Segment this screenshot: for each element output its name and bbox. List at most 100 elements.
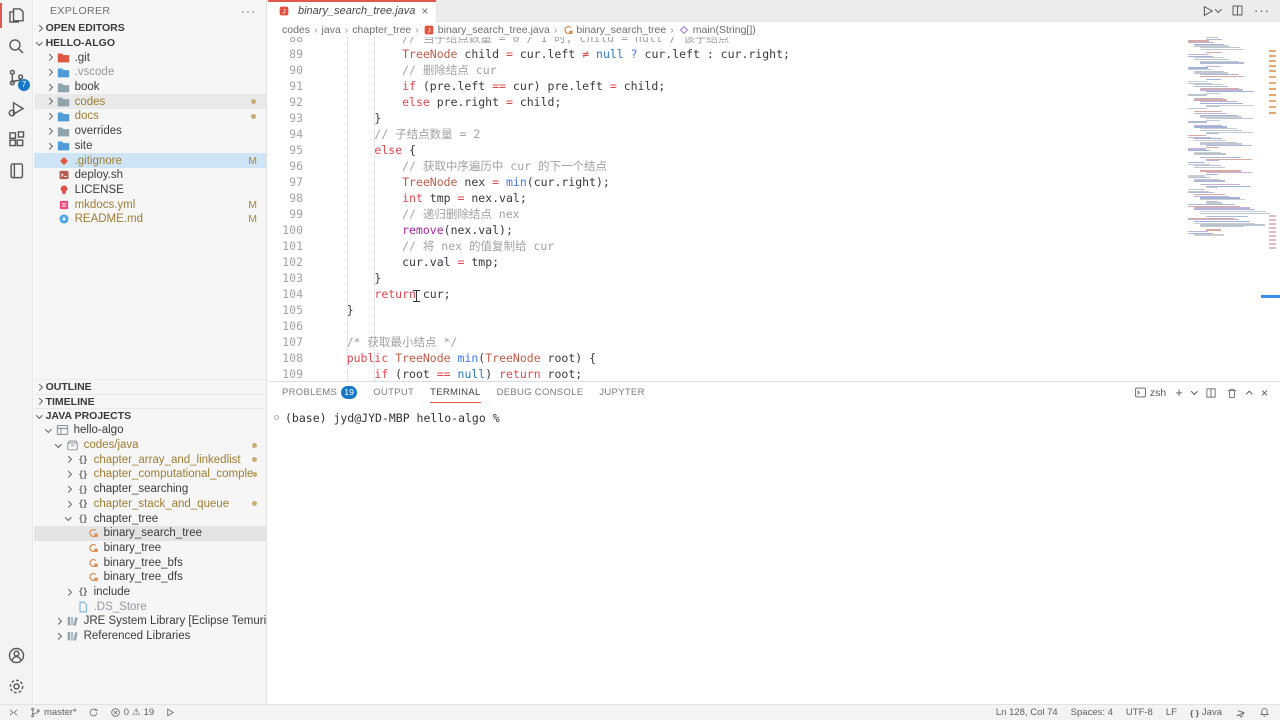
explorer-activity-button[interactable] <box>0 0 33 31</box>
timeline-section[interactable]: TIMELINE <box>34 394 267 409</box>
launch-status[interactable] <box>165 707 176 718</box>
file-row[interactable]: .git <box>34 50 266 65</box>
language-status[interactable]: { } Java <box>1190 707 1222 718</box>
code-line[interactable]: 101 // 将 nex 的值复制给 cur <box>268 238 1280 254</box>
minimap[interactable] <box>1188 37 1260 236</box>
cursor-position[interactable]: Ln 128, Col 74 <box>996 707 1058 718</box>
run-dropdown-icon[interactable] <box>1215 6 1221 12</box>
code-line[interactable]: 98 int tmp = nex.val; <box>268 190 1280 206</box>
file-row[interactable]: LICENSE <box>34 183 266 198</box>
run-button[interactable] <box>1200 4 1221 18</box>
tree-row[interactable]: { }include <box>34 585 267 600</box>
code-line[interactable]: 105 } <box>268 302 1280 318</box>
code-line[interactable]: 103 } <box>268 270 1280 286</box>
source-control-activity-button[interactable]: 7 <box>0 62 33 93</box>
close-panel-icon[interactable]: × <box>1261 386 1268 400</box>
notebook-activity-button[interactable] <box>0 155 33 186</box>
file-row[interactable]: codes <box>34 94 266 109</box>
remote-indicator[interactable] <box>8 707 19 718</box>
tree-row[interactable]: hello-algo <box>34 423 267 438</box>
panel-tab-output[interactable]: OUTPUT <box>373 382 414 403</box>
code-line[interactable]: 97 TreeNode nex = min(cur.right); <box>268 174 1280 190</box>
tree-row[interactable]: codes/java <box>34 438 267 453</box>
settings-button[interactable] <box>0 671 33 702</box>
breadcrumb-item[interactable]: Jbinary_search_tree.java <box>423 24 550 36</box>
encoding-status[interactable]: UTF-8 <box>1126 707 1153 718</box>
code-line[interactable]: 106 <box>268 318 1280 334</box>
split-editor-icon[interactable] <box>1231 4 1244 17</box>
maximize-panel-icon[interactable] <box>1246 391 1252 397</box>
code-line[interactable]: 89 TreeNode child = cur.left ≠ null ? cu… <box>268 46 1280 62</box>
tree-row[interactable]: { }chapter_computational_complexity <box>34 467 267 482</box>
file-row[interactable]: site <box>34 139 266 154</box>
overview-ruler[interactable] <box>1261 37 1280 381</box>
code-line[interactable]: 91 if (pre.left == cur) pre.left = child… <box>268 78 1280 94</box>
code-line[interactable]: 100 remove(nex.val); <box>268 222 1280 238</box>
tree-row[interactable]: { }chapter_searching <box>34 482 267 497</box>
code-line[interactable]: 95 else { <box>268 142 1280 158</box>
explorer-more-actions[interactable]: ··· <box>241 4 256 18</box>
file-row[interactable]: docs <box>34 109 266 124</box>
git-branch-status[interactable]: master* <box>30 707 77 718</box>
code-line[interactable]: 102 cur.val = tmp; <box>268 254 1280 270</box>
problems-status[interactable]: 0 ⚠ 19 <box>110 707 154 718</box>
breadcrumb-item[interactable]: codes <box>282 24 310 36</box>
eol-status[interactable]: LF <box>1166 707 1177 718</box>
trash-icon[interactable] <box>1226 387 1238 399</box>
tree-row[interactable]: binary_tree_bfs <box>34 555 267 570</box>
workspace-root-section[interactable]: HELLO-ALGO <box>34 36 266 51</box>
code-line[interactable]: 109 if (root == null) return root; <box>268 366 1280 381</box>
tree-row[interactable]: Referenced Libraries <box>34 629 267 644</box>
tree-row[interactable]: .DS_Store <box>34 599 267 614</box>
panel-tab-jupyter[interactable]: JUPYTER <box>599 382 644 403</box>
breadcrumb-item[interactable]: chapter_tree <box>352 24 411 36</box>
tab-binary-search-tree[interactable]: J binary_search_tree.java × <box>268 0 437 22</box>
tree-row[interactable]: { }chapter_stack_and_queue <box>34 497 267 512</box>
code-line[interactable]: 107 /* 获取最小结点 */ <box>268 334 1280 350</box>
code-editor[interactable]: 88 // 当子结点数量 = 0 / 1 时, child = null / 该… <box>268 37 1280 381</box>
java-lightweight-status[interactable] <box>1235 707 1246 718</box>
code-line[interactable]: 88 // 当子结点数量 = 0 / 1 时, child = null / 该… <box>268 37 1280 46</box>
code-line[interactable]: 93 } <box>268 110 1280 126</box>
terminal-content[interactable]: (base) jyd@JYD-MBP hello-algo % <box>268 403 1280 425</box>
panel-tab-terminal[interactable]: TERMINAL <box>430 382 480 403</box>
file-row[interactable]: mkdocs.ymlM <box>34 197 266 212</box>
file-row[interactable]: deploy.sh <box>34 168 266 183</box>
notifications-status[interactable] <box>1259 707 1270 718</box>
breadcrumb-item[interactable]: binary_search_tree <box>561 24 666 36</box>
account-button[interactable] <box>0 640 33 671</box>
tree-row[interactable]: binary_tree <box>34 541 267 556</box>
panel-tab-problems[interactable]: PROBLEMS19 <box>282 382 357 403</box>
sync-status[interactable] <box>88 707 99 718</box>
code-line[interactable]: 92 else pre.right = child; <box>268 94 1280 110</box>
tab-close-icon[interactable]: × <box>421 4 428 18</box>
split-terminal-icon[interactable] <box>1205 387 1217 399</box>
outline-section[interactable]: OUTLINE <box>34 379 267 394</box>
new-terminal-icon[interactable]: + <box>1175 385 1183 400</box>
java-projects-section[interactable]: JAVA PROJECTS <box>34 408 267 423</box>
tree-row[interactable]: binary_tree_dfs <box>34 570 267 585</box>
code-line[interactable]: 108 public TreeNode min(TreeNode root) { <box>268 350 1280 366</box>
file-row[interactable]: book <box>34 80 266 95</box>
file-row[interactable]: README.mdM <box>34 212 266 227</box>
tree-row[interactable]: JRE System Library [Eclipse Temurin 17 [… <box>34 614 267 629</box>
breadcrumb-item[interactable]: main(String[]) <box>678 24 756 36</box>
code-line[interactable]: 94 // 子结点数量 = 2 <box>268 126 1280 142</box>
shell-selector[interactable]: zsh <box>1134 386 1166 399</box>
tree-row[interactable]: { }chapter_tree <box>34 511 267 526</box>
run-debug-activity-button[interactable] <box>0 93 33 124</box>
file-row[interactable]: .gitignoreM <box>34 153 266 168</box>
search-activity-button[interactable] <box>0 31 33 62</box>
panel-tab-debug-console[interactable]: DEBUG CONSOLE <box>497 382 584 403</box>
indentation-status[interactable]: Spaces: 4 <box>1071 707 1113 718</box>
code-line[interactable]: 90 // 删除结点 cur <box>268 62 1280 78</box>
tree-row[interactable]: { }chapter_array_and_linkedlist <box>34 452 267 467</box>
extensions-activity-button[interactable] <box>0 124 33 155</box>
file-row[interactable]: .vscode <box>34 65 266 80</box>
code-line[interactable]: 99 // 递归删除结点 nex <box>268 206 1280 222</box>
terminal-dropdown-icon[interactable] <box>1191 388 1197 394</box>
breadcrumb-item[interactable]: java <box>322 24 341 36</box>
file-row[interactable]: overrides <box>34 124 266 139</box>
open-editors-section[interactable]: OPEN EDITORS <box>34 21 266 36</box>
tree-row[interactable]: binary_search_tree <box>34 526 267 541</box>
